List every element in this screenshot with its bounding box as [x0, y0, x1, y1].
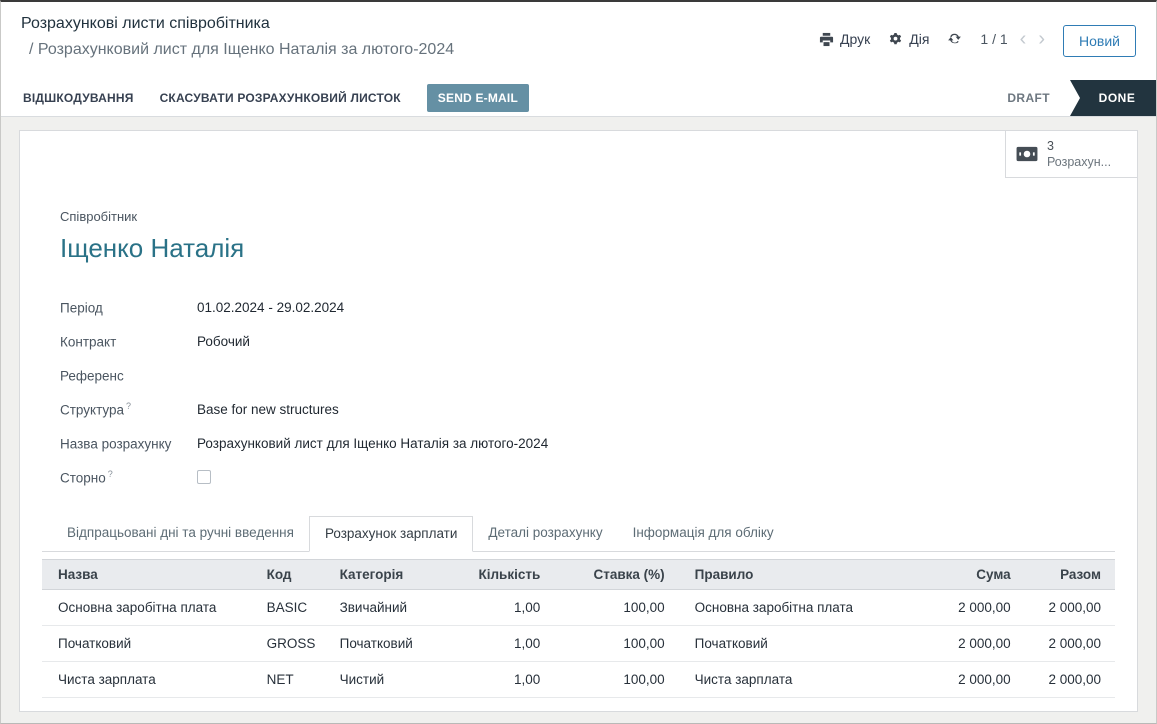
employee-section: Співробітник Іщенко Наталія: [60, 209, 1115, 264]
table-row[interactable]: Чиста зарплата NET Чистий 1,00 100,00 Чи…: [42, 662, 1115, 698]
cell-category[interactable]: Чистий: [324, 662, 436, 698]
cell-name[interactable]: Чиста зарплата: [42, 662, 251, 698]
cell-name[interactable]: Основна заробітна плата: [42, 590, 251, 626]
status-bar: DRAFT DONE: [987, 80, 1156, 116]
cell-amount[interactable]: 2 000,00: [904, 590, 1024, 626]
salary-lines-table: Назва Код Категорія Кількість Ставка (%)…: [42, 559, 1115, 698]
field-payslip-name-value[interactable]: Розрахунковий лист для Іщенко Наталія за…: [197, 436, 548, 451]
field-contract-value[interactable]: Робочий: [197, 334, 250, 349]
breadcrumb-parent[interactable]: Розрахункові листи співробітника: [21, 15, 454, 33]
breadcrumb: Розрахункові листи співробітника / Розра…: [21, 15, 454, 80]
cell-quantity[interactable]: 1,00: [436, 590, 554, 626]
cell-rule[interactable]: Основна заробітна плата: [679, 590, 905, 626]
field-contract-label: Контракт: [60, 333, 197, 350]
printer-icon: [819, 32, 834, 47]
column-header-name[interactable]: Назва: [42, 560, 251, 590]
field-group: Період 01.02.2024 - 29.02.2024 Контракт …: [60, 290, 1115, 494]
cell-category[interactable]: Початковий: [324, 626, 436, 662]
pager-value: 1 / 1: [980, 31, 1007, 47]
action-bar: ВІДШКОДУВАННЯ СКАСУВАТИ РОЗРАХУНКОВИЙ ЛИ…: [1, 80, 1156, 117]
field-reference: Референс: [60, 358, 1115, 392]
cell-name[interactable]: Початковий: [42, 626, 251, 662]
pager-previous-icon[interactable]: ‹: [1020, 32, 1027, 46]
column-header-code[interactable]: Код: [251, 560, 324, 590]
cell-total[interactable]: 2 000,00: [1025, 626, 1115, 662]
cell-quantity[interactable]: 1,00: [436, 626, 554, 662]
action-menu-label: Дія: [909, 31, 929, 47]
column-header-amount[interactable]: Сума: [904, 560, 1024, 590]
cancel-payslip-button[interactable]: СКАСУВАТИ РОЗРАХУНКОВИЙ ЛИСТОК: [160, 91, 401, 105]
cell-amount[interactable]: 2 000,00: [904, 662, 1024, 698]
field-period: Період 01.02.2024 - 29.02.2024: [60, 290, 1115, 324]
top-header: Розрахункові листи співробітника / Розра…: [1, 2, 1156, 80]
column-header-total[interactable]: Разом: [1025, 560, 1115, 590]
app-window: Розрахункові листи співробітника / Розра…: [0, 0, 1157, 724]
refund-button[interactable]: ВІДШКОДУВАННЯ: [23, 91, 134, 105]
breadcrumb-current: / Розрахунковий лист для Іщенко Наталія …: [21, 41, 454, 59]
tab-accounting-info[interactable]: Інформація для обліку: [618, 516, 789, 551]
cell-code[interactable]: GROSS: [251, 626, 324, 662]
table-header-row: Назва Код Категорія Кількість Ставка (%)…: [42, 560, 1115, 590]
cell-category[interactable]: Звичайний: [324, 590, 436, 626]
field-credit-note-label: Сторно?: [60, 469, 197, 486]
status-done[interactable]: DONE: [1070, 80, 1156, 116]
new-button[interactable]: Новий: [1063, 25, 1136, 57]
column-header-quantity[interactable]: Кількість: [436, 560, 554, 590]
money-icon: [1016, 146, 1038, 162]
field-reference-label: Референс: [60, 367, 197, 384]
header-actions: Друк Дія 1 / 1 ‹ › Новий: [819, 15, 1136, 80]
column-header-category[interactable]: Категорія: [324, 560, 436, 590]
field-structure-value[interactable]: Base for new structures: [197, 402, 339, 417]
employee-field-label: Співробітник: [60, 209, 1115, 224]
refresh-button[interactable]: [947, 25, 962, 46]
smart-button-count: 3: [1047, 138, 1111, 154]
employee-name[interactable]: Іщенко Наталія: [60, 233, 1115, 264]
cell-rate[interactable]: 100,00: [554, 662, 678, 698]
cell-code[interactable]: BASIC: [251, 590, 324, 626]
cell-rate[interactable]: 100,00: [554, 626, 678, 662]
credit-note-checkbox[interactable]: [197, 470, 211, 484]
cell-rule[interactable]: Чиста зарплата: [679, 662, 905, 698]
table-row[interactable]: Основна заробітна плата BASIC Звичайний …: [42, 590, 1115, 626]
gear-icon: [888, 32, 903, 47]
field-structure-label: Структура?: [60, 401, 197, 418]
cell-amount[interactable]: 2 000,00: [904, 626, 1024, 662]
tab-salary-computation[interactable]: Розрахунок зарплати: [309, 516, 473, 552]
cell-total[interactable]: 2 000,00: [1025, 662, 1115, 698]
cell-rule[interactable]: Початковий: [679, 626, 905, 662]
column-header-rule[interactable]: Правило: [679, 560, 905, 590]
field-contract: Контракт Робочий: [60, 324, 1115, 358]
cell-code[interactable]: NET: [251, 662, 324, 698]
field-payslip-name-label: Назва розрахунку: [60, 435, 197, 452]
pager-next-icon[interactable]: ›: [1038, 32, 1045, 46]
cell-rate[interactable]: 100,00: [554, 590, 678, 626]
field-credit-note: Сторно?: [60, 460, 1115, 494]
print-button[interactable]: Друк: [819, 25, 870, 47]
tab-worked-days[interactable]: Відпрацьовані дні та ручні введення: [52, 516, 309, 551]
table-row[interactable]: Початковий GROSS Початковий 1,00 100,00 …: [42, 626, 1115, 662]
cell-quantity[interactable]: 1,00: [436, 662, 554, 698]
tab-details[interactable]: Деталі розрахунку: [473, 516, 617, 551]
print-label: Друк: [840, 31, 870, 47]
cell-total[interactable]: 2 000,00: [1025, 590, 1115, 626]
pager: 1 / 1 ‹ ›: [980, 25, 1045, 47]
send-email-button[interactable]: SEND E-MAIL: [427, 84, 529, 112]
notebook-tabs: Відпрацьовані дні та ручні введення Розр…: [42, 516, 1115, 552]
action-bar-buttons: ВІДШКОДУВАННЯ СКАСУВАТИ РОЗРАХУНКОВИЙ ЛИ…: [1, 80, 987, 116]
column-header-rate[interactable]: Ставка (%): [554, 560, 678, 590]
action-menu-button[interactable]: Дія: [888, 25, 929, 47]
status-draft[interactable]: DRAFT: [987, 80, 1070, 116]
field-period-label: Період: [60, 299, 197, 316]
field-period-value[interactable]: 01.02.2024 - 29.02.2024: [197, 300, 344, 315]
field-structure: Структура? Base for new structures: [60, 392, 1115, 426]
smart-button-label: Розрахун...: [1047, 154, 1111, 170]
payslip-computation-smart-button[interactable]: 3 Розрахун...: [1005, 131, 1137, 178]
field-payslip-name: Назва розрахунку Розрахунковий лист для …: [60, 426, 1115, 460]
refresh-icon: [947, 31, 962, 46]
form-sheet: 3 Розрахун... Співробітник Іщенко Наталі…: [19, 130, 1138, 712]
